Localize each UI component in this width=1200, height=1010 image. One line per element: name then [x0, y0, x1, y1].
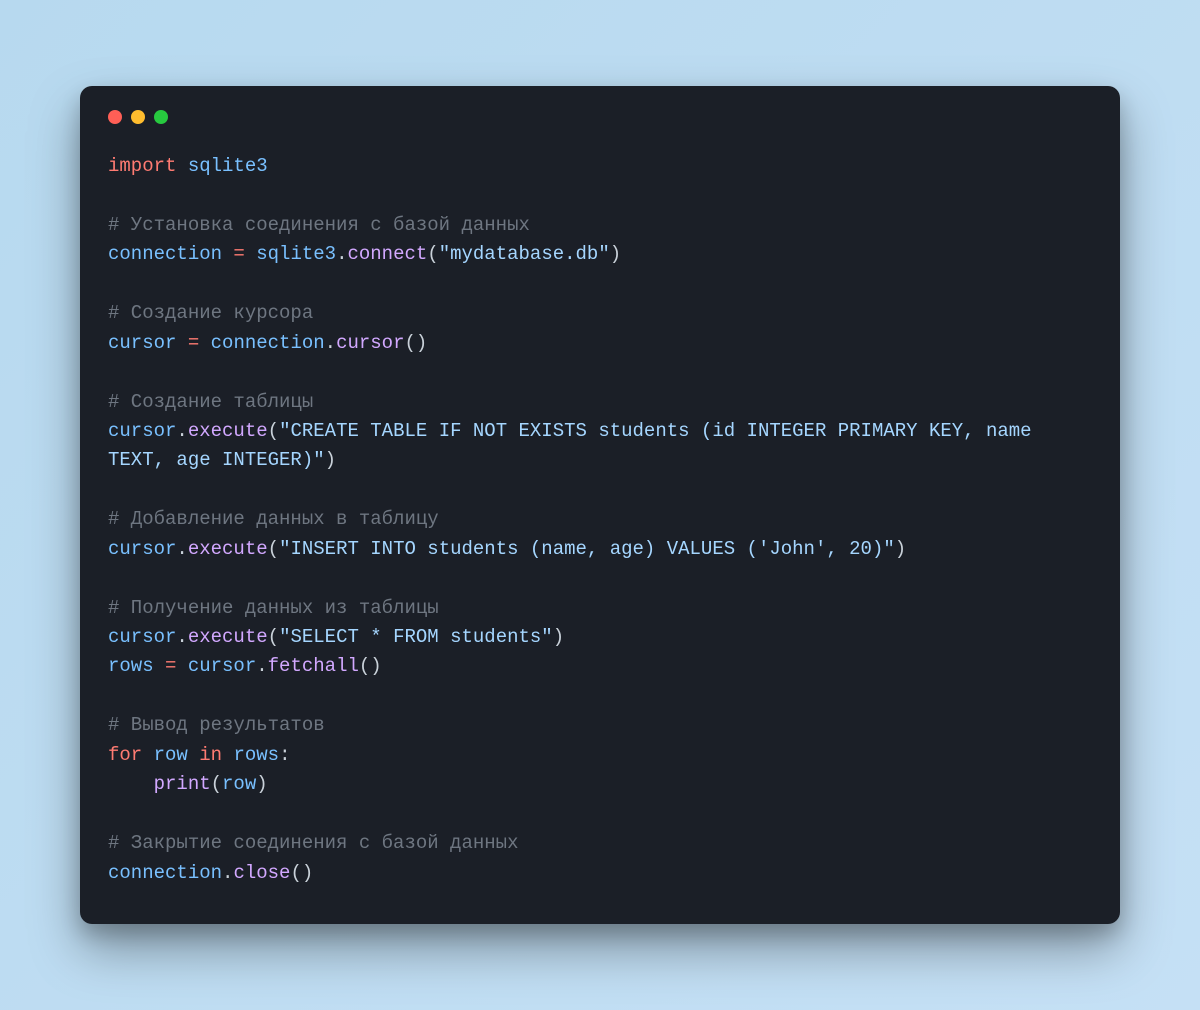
- punct: (: [268, 626, 279, 648]
- comment: # Установка соединения с базой данных: [108, 214, 530, 236]
- keyword-in: in: [199, 744, 222, 766]
- maximize-icon[interactable]: [154, 110, 168, 124]
- indent: [108, 773, 154, 795]
- operator: =: [165, 655, 188, 677]
- punct: .: [325, 332, 336, 354]
- comment: # Получение данных из таблицы: [108, 597, 439, 619]
- punct: ): [610, 243, 621, 265]
- punct: :: [279, 744, 290, 766]
- keyword-import: import: [108, 155, 176, 177]
- punct: ): [325, 449, 336, 471]
- var: rows: [108, 655, 165, 677]
- string: "SELECT * FROM students": [279, 626, 553, 648]
- close-icon[interactable]: [108, 110, 122, 124]
- punct: (): [290, 862, 313, 884]
- comment: # Вывод результатов: [108, 714, 325, 736]
- obj: cursor: [108, 420, 176, 442]
- comment: # Добавление данных в таблицу: [108, 508, 439, 530]
- code-block: import sqlite3 # Установка соединения с …: [108, 152, 1092, 888]
- punct: (): [405, 332, 428, 354]
- window-titlebar: [108, 110, 1092, 124]
- var: connection: [108, 243, 233, 265]
- fn-execute: execute: [188, 538, 268, 560]
- var: cursor: [108, 332, 188, 354]
- punct: .: [222, 862, 233, 884]
- obj: cursor: [108, 538, 176, 560]
- punct: ): [553, 626, 564, 648]
- module-name: sqlite3: [176, 155, 267, 177]
- module-ref: sqlite3: [256, 243, 336, 265]
- punct: (: [268, 420, 279, 442]
- var: row: [142, 744, 199, 766]
- punct: .: [176, 420, 187, 442]
- minimize-icon[interactable]: [131, 110, 145, 124]
- string: "mydatabase.db": [439, 243, 610, 265]
- var: rows: [222, 744, 279, 766]
- punct: .: [176, 538, 187, 560]
- punct: (: [427, 243, 438, 265]
- fn-execute: execute: [188, 420, 268, 442]
- punct: ): [895, 538, 906, 560]
- string: "INSERT INTO students (name, age) VALUES…: [279, 538, 895, 560]
- fn-connect: connect: [347, 243, 427, 265]
- fn-fetchall: fetchall: [268, 655, 359, 677]
- keyword-for: for: [108, 744, 142, 766]
- punct: ): [256, 773, 267, 795]
- fn-cursor: cursor: [336, 332, 404, 354]
- punct: (: [211, 773, 222, 795]
- fn-execute: execute: [188, 626, 268, 648]
- punct: .: [256, 655, 267, 677]
- obj: connection: [211, 332, 325, 354]
- punct: .: [336, 243, 347, 265]
- punct: .: [176, 626, 187, 648]
- obj: cursor: [108, 626, 176, 648]
- code-window: import sqlite3 # Установка соединения с …: [80, 86, 1120, 924]
- punct: (): [359, 655, 382, 677]
- punct: (: [268, 538, 279, 560]
- fn-print: print: [154, 773, 211, 795]
- operator: =: [233, 243, 256, 265]
- obj: cursor: [188, 655, 256, 677]
- fn-close: close: [233, 862, 290, 884]
- comment: # Создание таблицы: [108, 391, 313, 413]
- operator: =: [188, 332, 211, 354]
- var: row: [222, 773, 256, 795]
- obj: connection: [108, 862, 222, 884]
- comment: # Создание курсора: [108, 302, 313, 324]
- comment: # Закрытие соединения с базой данных: [108, 832, 518, 854]
